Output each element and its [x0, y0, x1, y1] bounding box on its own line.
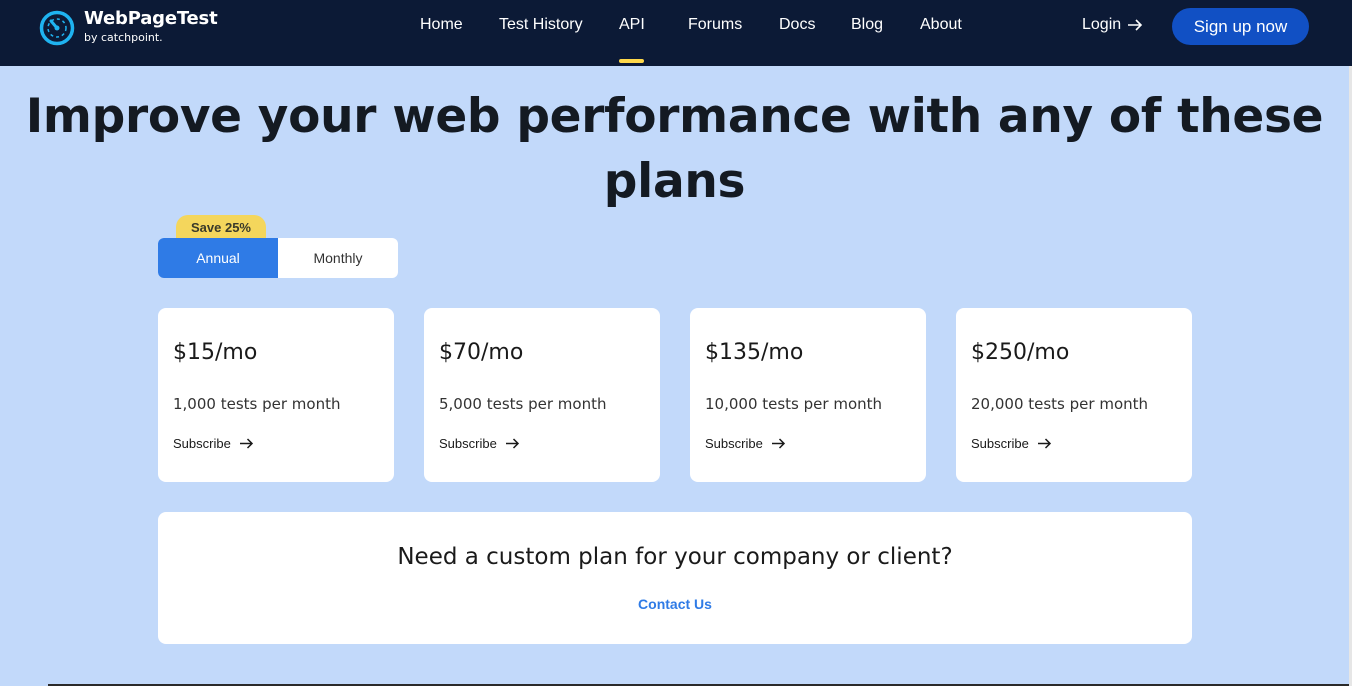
annual-toggle-button[interactable]: Annual [158, 238, 278, 278]
nav-active-indicator [619, 59, 644, 63]
nav-forums[interactable]: Forums [688, 16, 742, 34]
arrow-right-icon [1037, 438, 1051, 449]
subscribe-label: Subscribe [705, 436, 763, 451]
login-label: Login [1082, 16, 1122, 33]
arrow-right-icon [239, 438, 253, 449]
billing-toggle: Annual Monthly [158, 238, 398, 278]
subscribe-link[interactable]: Subscribe [705, 436, 786, 451]
logo-subtitle: by catchpoint. [84, 31, 163, 44]
plan-card: $70/mo 5,000 tests per month Subscribe [424, 308, 660, 482]
monthly-toggle-button[interactable]: Monthly [278, 238, 398, 278]
plan-price: $15/mo [173, 340, 258, 365]
plan-price: $135/mo [705, 340, 804, 365]
site-header: WebPageTest by catchpoint. Home Test His… [0, 0, 1352, 66]
custom-plan-card: Need a custom plan for your company or c… [158, 512, 1192, 644]
plan-tests: 20,000 tests per month [971, 395, 1149, 413]
custom-plan-title: Need a custom plan for your company or c… [397, 544, 953, 570]
plan-tests: 10,000 tests per month [705, 395, 883, 413]
plan-price: $70/mo [439, 340, 524, 365]
subscribe-label: Subscribe [971, 436, 1029, 451]
save-badge: Save 25% [176, 215, 266, 239]
subscribe-link[interactable]: Subscribe [173, 436, 254, 451]
subscribe-label: Subscribe [173, 436, 231, 451]
plan-price: $250/mo [971, 340, 1070, 365]
plan-card: $135/mo 10,000 tests per month Subscribe [690, 308, 926, 482]
arrow-right-icon [1128, 19, 1143, 31]
subscribe-link[interactable]: Subscribe [439, 436, 520, 451]
sign-up-button[interactable]: Sign up now [1172, 8, 1309, 45]
arrow-right-icon [505, 438, 519, 449]
nav-docs[interactable]: Docs [779, 16, 815, 34]
logo-title: WebPageTest [84, 8, 218, 29]
nav-home[interactable]: Home [420, 16, 463, 34]
arrow-right-icon [771, 438, 785, 449]
gauge-icon [39, 10, 75, 46]
nav-about[interactable]: About [920, 16, 962, 34]
plan-tests: 5,000 tests per month [439, 395, 607, 413]
page-headline: Improve your web performance with any of… [25, 89, 1324, 209]
nav-test-history[interactable]: Test History [499, 16, 583, 34]
login-link[interactable]: Login [1082, 16, 1143, 34]
contact-us-link[interactable]: Contact Us [158, 596, 1192, 612]
nav-api[interactable]: API [619, 16, 645, 34]
subscribe-label: Subscribe [439, 436, 497, 451]
nav-blog[interactable]: Blog [851, 16, 883, 34]
subscribe-link[interactable]: Subscribe [971, 436, 1052, 451]
plan-card: $250/mo 20,000 tests per month Subscribe [956, 308, 1192, 482]
plan-card: $15/mo 1,000 tests per month Subscribe [158, 308, 394, 482]
plan-tests: 1,000 tests per month [173, 395, 341, 413]
